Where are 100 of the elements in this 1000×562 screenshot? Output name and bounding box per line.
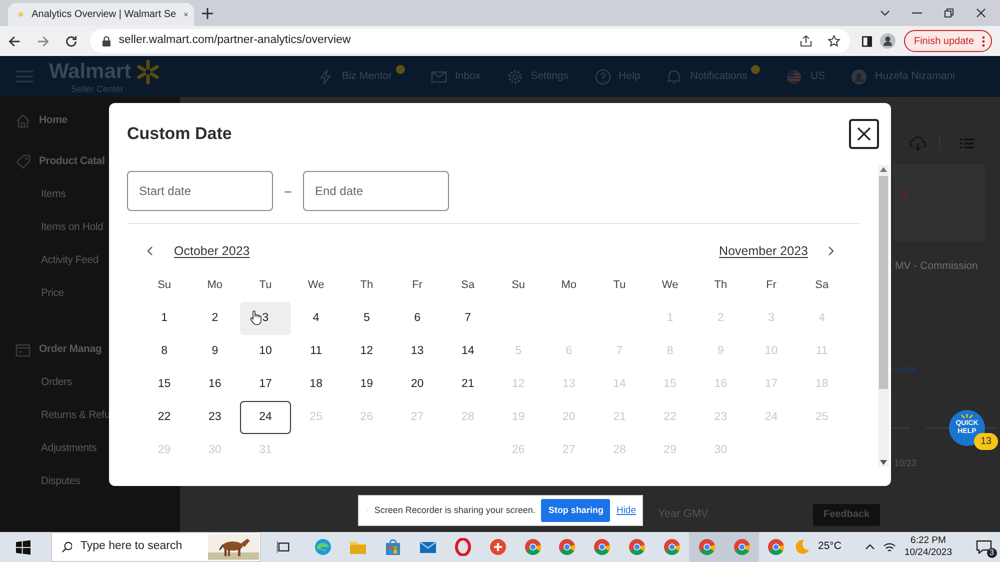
date-cell[interactable]: 11 bbox=[290, 335, 342, 368]
date-cell[interactable]: 18 bbox=[290, 368, 342, 401]
share-icon[interactable] bbox=[800, 35, 812, 47]
reload-icon[interactable] bbox=[65, 34, 78, 48]
start-date-field[interactable]: Start date bbox=[127, 171, 273, 211]
share-message: Screen Recorder is sharing your screen. bbox=[374, 504, 536, 517]
chevron-right-icon[interactable] bbox=[828, 246, 834, 256]
back-icon[interactable] bbox=[8, 34, 21, 48]
lock-icon bbox=[102, 36, 111, 46]
date-cell[interactable]: 5 bbox=[341, 302, 392, 335]
date-cell[interactable]: 22 bbox=[139, 401, 190, 434]
forward-icon[interactable] bbox=[36, 34, 50, 48]
date-cell[interactable]: 3 bbox=[240, 302, 291, 335]
search-icon bbox=[62, 541, 72, 553]
date-cell[interactable]: 20 bbox=[392, 368, 443, 401]
clock[interactable]: 6:22 PM 10/24/2023 bbox=[904, 535, 952, 559]
date-cell[interactable]: 1 bbox=[139, 302, 190, 335]
browser-icon[interactable] bbox=[314, 538, 332, 556]
weekday-label: Fr bbox=[765, 278, 778, 293]
weekday-label: Su bbox=[510, 278, 526, 293]
date-cell[interactable]: 12 bbox=[341, 335, 392, 368]
browser-icon[interactable] bbox=[767, 538, 786, 556]
star-icon[interactable] bbox=[828, 35, 840, 47]
flag-icon[interactable] bbox=[786, 68, 802, 84]
more-icon[interactable] bbox=[982, 36, 986, 46]
sidebar-icon[interactable] bbox=[862, 36, 872, 46]
close-icon[interactable] bbox=[184, 10, 188, 19]
date-cell[interactable]: 23 bbox=[190, 401, 240, 434]
down-arrow-icon bbox=[901, 186, 909, 201]
date-cell[interactable]: 2 bbox=[190, 302, 240, 335]
weekday-label: Fr bbox=[411, 278, 424, 293]
date-cell[interactable]: 15 bbox=[139, 368, 190, 401]
scrollbar-track[interactable] bbox=[878, 165, 889, 467]
weekday-label: Sa bbox=[814, 278, 830, 293]
chevron-down-icon[interactable] bbox=[880, 8, 890, 18]
date-cell[interactable]: 17 bbox=[240, 368, 291, 401]
search-field[interactable]: Type here to search bbox=[80, 538, 200, 556]
browser-icon bbox=[698, 538, 716, 556]
date-cell[interactable]: 4 bbox=[290, 302, 342, 335]
hand-cursor-icon bbox=[250, 310, 262, 325]
temperature-label[interactable]: 25°C bbox=[818, 539, 842, 555]
date-cell[interactable]: 13 bbox=[392, 335, 443, 368]
close-icon bbox=[857, 127, 871, 141]
close-icon[interactable] bbox=[976, 8, 986, 18]
spark-icon bbox=[135, 59, 162, 85]
date-cell[interactable]: 19 bbox=[341, 368, 392, 401]
weekday-label: Tu bbox=[612, 278, 627, 293]
taskbar-button[interactable] bbox=[689, 532, 724, 562]
notification-icon[interactable] bbox=[976, 538, 992, 555]
search-box[interactable]: Type here to search bbox=[50, 532, 261, 562]
date-cell[interactable]: 21 bbox=[442, 368, 494, 401]
avatar-icon[interactable] bbox=[880, 33, 896, 49]
taskbar-button[interactable] bbox=[724, 532, 760, 562]
new-tab-icon[interactable] bbox=[202, 8, 213, 18]
app-icon[interactable] bbox=[488, 538, 507, 556]
browser-icon bbox=[732, 538, 751, 556]
count-badge: 3 bbox=[986, 548, 997, 558]
weekday-label: Mo bbox=[560, 278, 578, 293]
month-title[interactable]: October 2023 bbox=[174, 242, 250, 260]
ring-icon[interactable] bbox=[454, 538, 472, 556]
weekday-label: Th bbox=[713, 278, 728, 293]
close-button[interactable] bbox=[849, 119, 879, 149]
store-icon[interactable] bbox=[384, 538, 402, 556]
restore-icon[interactable] bbox=[944, 8, 954, 18]
date-cell[interactable]: 8 bbox=[139, 335, 190, 368]
date-cell[interactable]: 14 bbox=[442, 335, 494, 368]
address-bar[interactable]: seller.walmart.com/partner-analytics/overview bbox=[90, 29, 850, 53]
hide-link[interactable]: Hide bbox=[616, 504, 636, 518]
caret-up-icon[interactable] bbox=[865, 544, 876, 550]
minimize-icon[interactable] bbox=[912, 12, 922, 14]
range-separator: – bbox=[284, 183, 292, 200]
weekday-label: Mo bbox=[206, 278, 224, 293]
scrollbar-thumb[interactable] bbox=[879, 176, 888, 389]
start-icon[interactable] bbox=[16, 540, 31, 554]
dialog-title: Custom Date bbox=[127, 124, 232, 144]
browser-icon[interactable] bbox=[524, 538, 542, 556]
date-cell[interactable]: 24 bbox=[240, 401, 291, 434]
browser-icon[interactable] bbox=[593, 538, 612, 556]
update-button[interactable]: Finish update bbox=[904, 30, 992, 52]
month-title[interactable]: November 2023 bbox=[719, 242, 808, 260]
browser-icon[interactable] bbox=[558, 538, 576, 556]
up-arrow-icon[interactable] bbox=[880, 167, 887, 172]
wifi-icon[interactable] bbox=[883, 542, 896, 552]
date-cell[interactable]: 7 bbox=[442, 302, 494, 335]
chart-label: MV - Commission bbox=[894, 259, 979, 274]
chevron-left-icon[interactable] bbox=[147, 246, 153, 256]
browser-icon[interactable] bbox=[662, 538, 681, 556]
weekday-label: Tu bbox=[258, 278, 273, 293]
date-cell[interactable]: 6 bbox=[392, 302, 443, 335]
browser-tab[interactable]: Analytics Overview | Walmart Se bbox=[8, 3, 194, 26]
weekday-label: Sa bbox=[460, 278, 476, 293]
date-cell[interactable]: 9 bbox=[190, 335, 240, 368]
down-arrow-icon[interactable] bbox=[880, 460, 887, 465]
date-cell[interactable]: 16 bbox=[190, 368, 240, 401]
task-view-icon[interactable] bbox=[276, 540, 290, 554]
stop-sharing-button[interactable]: Stop sharing bbox=[541, 499, 610, 522]
weekday-label: Su bbox=[156, 278, 172, 293]
end-date-field[interactable]: End date bbox=[303, 171, 449, 211]
browser-icon[interactable] bbox=[628, 538, 646, 556]
date-cell[interactable]: 10 bbox=[240, 335, 291, 368]
